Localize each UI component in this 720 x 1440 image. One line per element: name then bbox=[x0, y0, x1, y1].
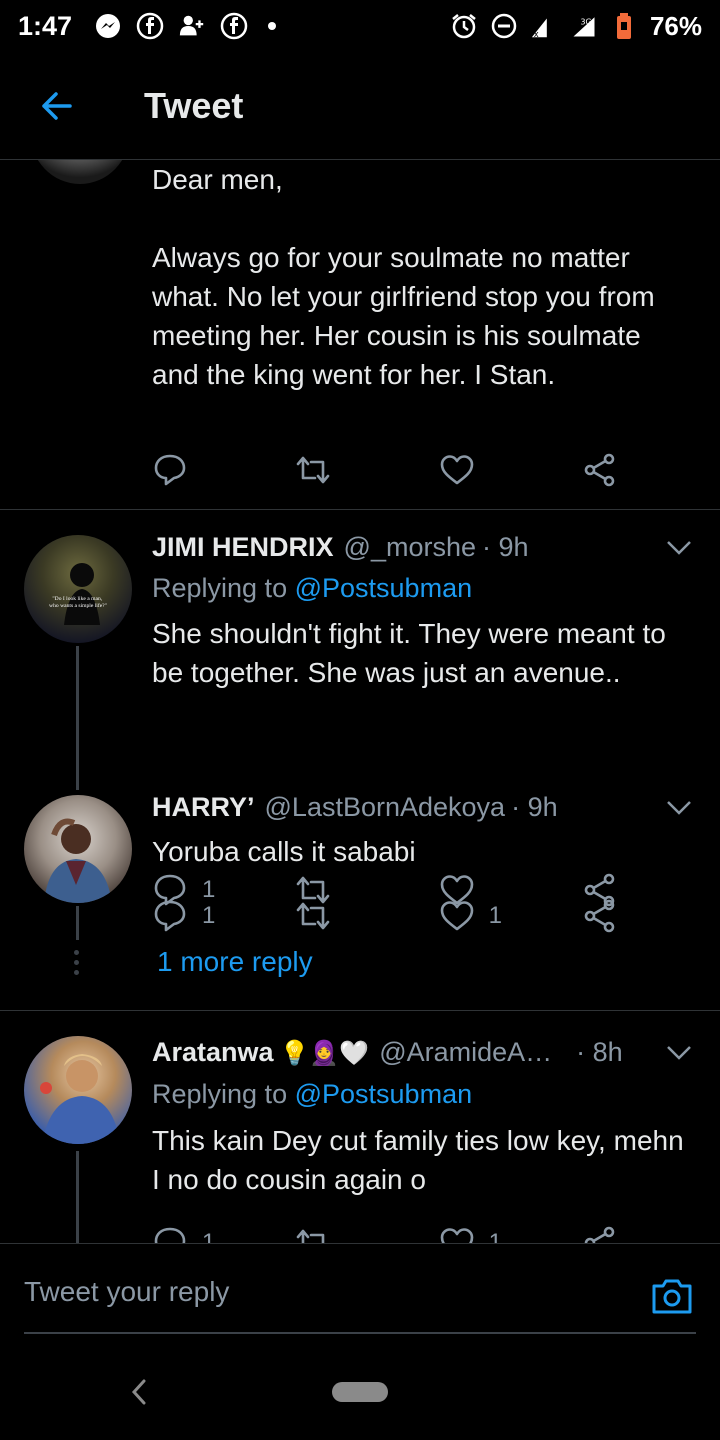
reply-icon bbox=[154, 900, 186, 932]
retweet-icon bbox=[297, 456, 330, 484]
timestamp: · 9h bbox=[482, 532, 529, 562]
reply-count: 1 bbox=[202, 902, 216, 929]
heart-icon bbox=[440, 1228, 473, 1243]
avatar[interactable]: "Do I look like a man, who wants a simpl… bbox=[24, 535, 132, 643]
reply-input[interactable]: Tweet your reply bbox=[24, 1276, 229, 1308]
svg-text:x: x bbox=[534, 29, 539, 39]
share-icon bbox=[584, 899, 615, 933]
tweet-thread[interactable]: Dear men, Always go for your soulmate no… bbox=[0, 160, 720, 1243]
heart-icon bbox=[440, 455, 473, 485]
like-button[interactable]: 1 bbox=[439, 1223, 582, 1243]
svg-text:3G: 3G bbox=[580, 17, 591, 26]
reply-composer: Tweet your reply bbox=[0, 1243, 720, 1343]
avatar[interactable] bbox=[24, 795, 132, 903]
timestamp: · 9h bbox=[511, 792, 558, 822]
reply-icon bbox=[154, 454, 186, 486]
top-app-bar: Tweet bbox=[0, 52, 720, 160]
reply-icon bbox=[154, 1227, 186, 1243]
status-bar: 1:47 x 3G 76% bbox=[0, 0, 720, 52]
battery-icon bbox=[610, 12, 638, 40]
reply-button[interactable]: 1 bbox=[152, 896, 295, 936]
tweet-text: Yoruba calls it sababi bbox=[152, 836, 416, 867]
reply-header: Aratanwa 💡🧕🤍 @AramideA… · 8h bbox=[152, 1037, 682, 1068]
avatar-caption: "Do I look like a man, who wants a simpl… bbox=[49, 596, 107, 609]
retweet-button[interactable] bbox=[295, 896, 438, 936]
replying-to: Replying to @Postsubman bbox=[152, 1079, 473, 1109]
display-name[interactable]: HARRY’ bbox=[152, 792, 255, 823]
chevron-down-icon[interactable] bbox=[666, 540, 692, 556]
like-button[interactable]: 1 bbox=[439, 896, 582, 936]
home-pill-button[interactable] bbox=[332, 1382, 388, 1402]
facebook-icon bbox=[136, 12, 164, 40]
mention-link[interactable]: @Postsubman bbox=[295, 573, 473, 603]
retweet-button[interactable] bbox=[295, 1223, 438, 1243]
nav-back-icon[interactable] bbox=[128, 1377, 148, 1407]
chevron-down-icon[interactable] bbox=[666, 1045, 692, 1061]
reply-tweet[interactable]: HARRY’ @LastBornAdekoya · 9h Yoruba call… bbox=[0, 770, 720, 1010]
share-icon bbox=[584, 1226, 615, 1243]
page-title: Tweet bbox=[144, 84, 244, 126]
reply-button[interactable]: 1 bbox=[152, 1223, 295, 1243]
tweet-actions bbox=[152, 450, 622, 490]
reply-header: JIMI HENDRIX @_morshe · 9h bbox=[152, 532, 682, 563]
back-button[interactable] bbox=[26, 76, 86, 136]
retweet-icon bbox=[297, 902, 330, 930]
signal-3g-icon: 3G bbox=[570, 12, 598, 40]
avatar-image: "Do I look like a man, who wants a simpl… bbox=[49, 563, 107, 625]
battery-percentage: 76% bbox=[649, 10, 702, 41]
display-name[interactable]: JIMI HENDRIX bbox=[152, 532, 334, 563]
retweet-button[interactable] bbox=[295, 450, 438, 490]
thread-line bbox=[76, 646, 79, 790]
tweet-actions: 1 1 bbox=[152, 896, 622, 936]
more-replies-link[interactable]: 1 more reply bbox=[157, 946, 313, 978]
reply-header: HARRY’ @LastBornAdekoya · 9h bbox=[152, 792, 682, 823]
avatar-image bbox=[44, 818, 112, 903]
add-friend-icon bbox=[178, 12, 206, 40]
tweet-actions: 1 1 bbox=[152, 1223, 622, 1243]
tweet-text: Dear men, Always go for your soulmate no… bbox=[152, 164, 655, 390]
chevron-down-icon[interactable] bbox=[666, 800, 692, 816]
display-name[interactable]: Aratanwa bbox=[152, 1037, 274, 1068]
messenger-icon bbox=[94, 12, 122, 40]
signal-icon: x bbox=[530, 12, 558, 40]
retweet-icon bbox=[297, 1229, 325, 1243]
mention-link[interactable]: @Postsubman bbox=[295, 1079, 473, 1109]
replying-to: Replying to @Postsubman bbox=[152, 573, 473, 603]
name-emojis: 💡🧕🤍 bbox=[279, 1040, 370, 1067]
avatar[interactable] bbox=[30, 160, 130, 184]
share-button[interactable] bbox=[582, 450, 622, 490]
main-tweet[interactable]: Dear men, Always go for your soulmate no… bbox=[0, 160, 720, 510]
like-count: 1 bbox=[488, 902, 503, 929]
reply-count: 1 bbox=[202, 1229, 216, 1243]
share-icon bbox=[584, 453, 615, 487]
tweet-text: She shouldn't fight it. They were meant … bbox=[152, 618, 666, 688]
reply-tweet-body: Aratanwa 💡🧕🤍 @AramideA… · 8h Replying to… bbox=[0, 1011, 720, 1243]
share-button[interactable] bbox=[582, 896, 622, 936]
facebook-icon bbox=[220, 12, 248, 40]
thread-dots bbox=[74, 950, 79, 975]
user-handle[interactable]: @LastBornAdekoya bbox=[265, 792, 506, 823]
thread-line bbox=[76, 906, 79, 940]
camera-icon[interactable] bbox=[650, 1274, 694, 1318]
heart-icon bbox=[440, 901, 473, 931]
do-not-disturb-icon bbox=[490, 12, 518, 40]
tweet-text: This kain Dey cut family ties low key, m… bbox=[152, 1125, 684, 1195]
status-time: 1:47 bbox=[18, 10, 73, 41]
like-button[interactable] bbox=[439, 450, 582, 490]
notification-dot-icon bbox=[268, 22, 277, 30]
system-navigation-bar bbox=[0, 1343, 720, 1440]
input-underline bbox=[24, 1332, 696, 1334]
arrow-left-icon bbox=[42, 91, 72, 120]
share-button[interactable] bbox=[582, 1223, 622, 1243]
user-handle[interactable]: @_morshe bbox=[344, 532, 476, 563]
alarm-icon bbox=[450, 12, 478, 40]
reply-button[interactable] bbox=[152, 450, 295, 490]
timestamp: · 8h bbox=[576, 1037, 623, 1067]
like-count: 1 bbox=[488, 1229, 503, 1243]
user-handle[interactable]: @AramideA… bbox=[379, 1037, 552, 1068]
